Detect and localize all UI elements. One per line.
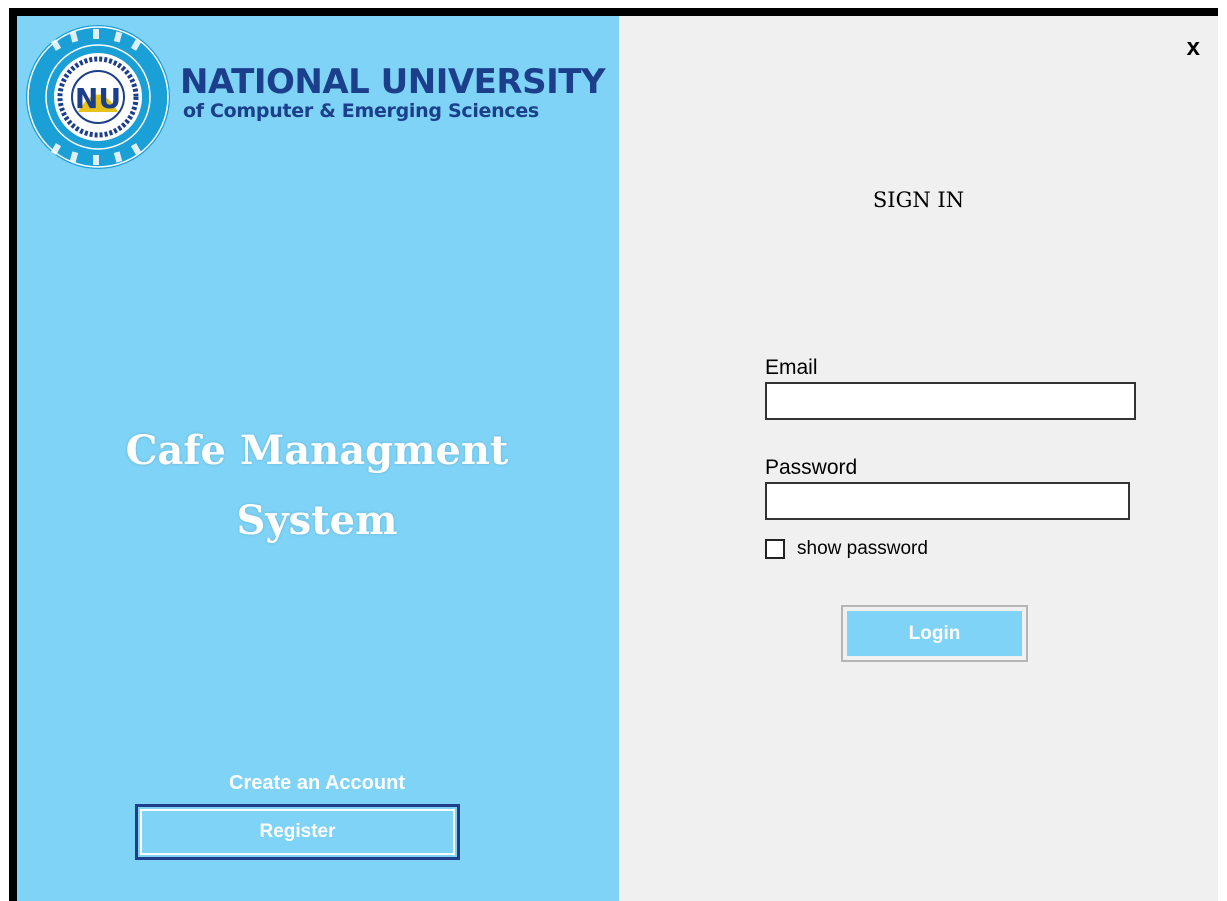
app-title-line1: Cafe Managment xyxy=(125,427,509,474)
university-seal-icon: NU xyxy=(26,25,170,169)
university-name: NATIONAL UNIVERSITY xyxy=(180,62,606,102)
app-title: Cafe Managment System xyxy=(57,416,577,556)
login-button[interactable]: Login xyxy=(841,605,1028,662)
show-password-label: show password xyxy=(797,538,928,559)
login-window: NU NATIONAL UNIVERSITY of Computer & Eme… xyxy=(9,8,1218,901)
show-password-checkbox[interactable] xyxy=(765,539,785,559)
university-subtitle: of Computer & Emerging Sciences xyxy=(183,100,539,122)
email-label: Email xyxy=(765,356,818,379)
show-password-row[interactable]: show password xyxy=(765,538,928,560)
left-panel: NU NATIONAL UNIVERSITY of Computer & Eme… xyxy=(17,16,619,901)
login-button-label: Login xyxy=(847,611,1022,656)
register-button[interactable]: Register xyxy=(135,804,460,860)
seal-text: NU xyxy=(75,82,121,115)
app-title-line2: System xyxy=(236,497,398,544)
email-input[interactable] xyxy=(765,382,1136,420)
close-button[interactable]: x xyxy=(1187,36,1200,60)
password-input[interactable] xyxy=(765,482,1130,520)
password-label: Password xyxy=(765,456,858,479)
sign-in-heading: SIGN IN xyxy=(872,188,965,212)
right-panel: x SIGN IN Email Password show password L… xyxy=(619,16,1218,901)
create-account-label: Create an Account xyxy=(229,772,405,794)
